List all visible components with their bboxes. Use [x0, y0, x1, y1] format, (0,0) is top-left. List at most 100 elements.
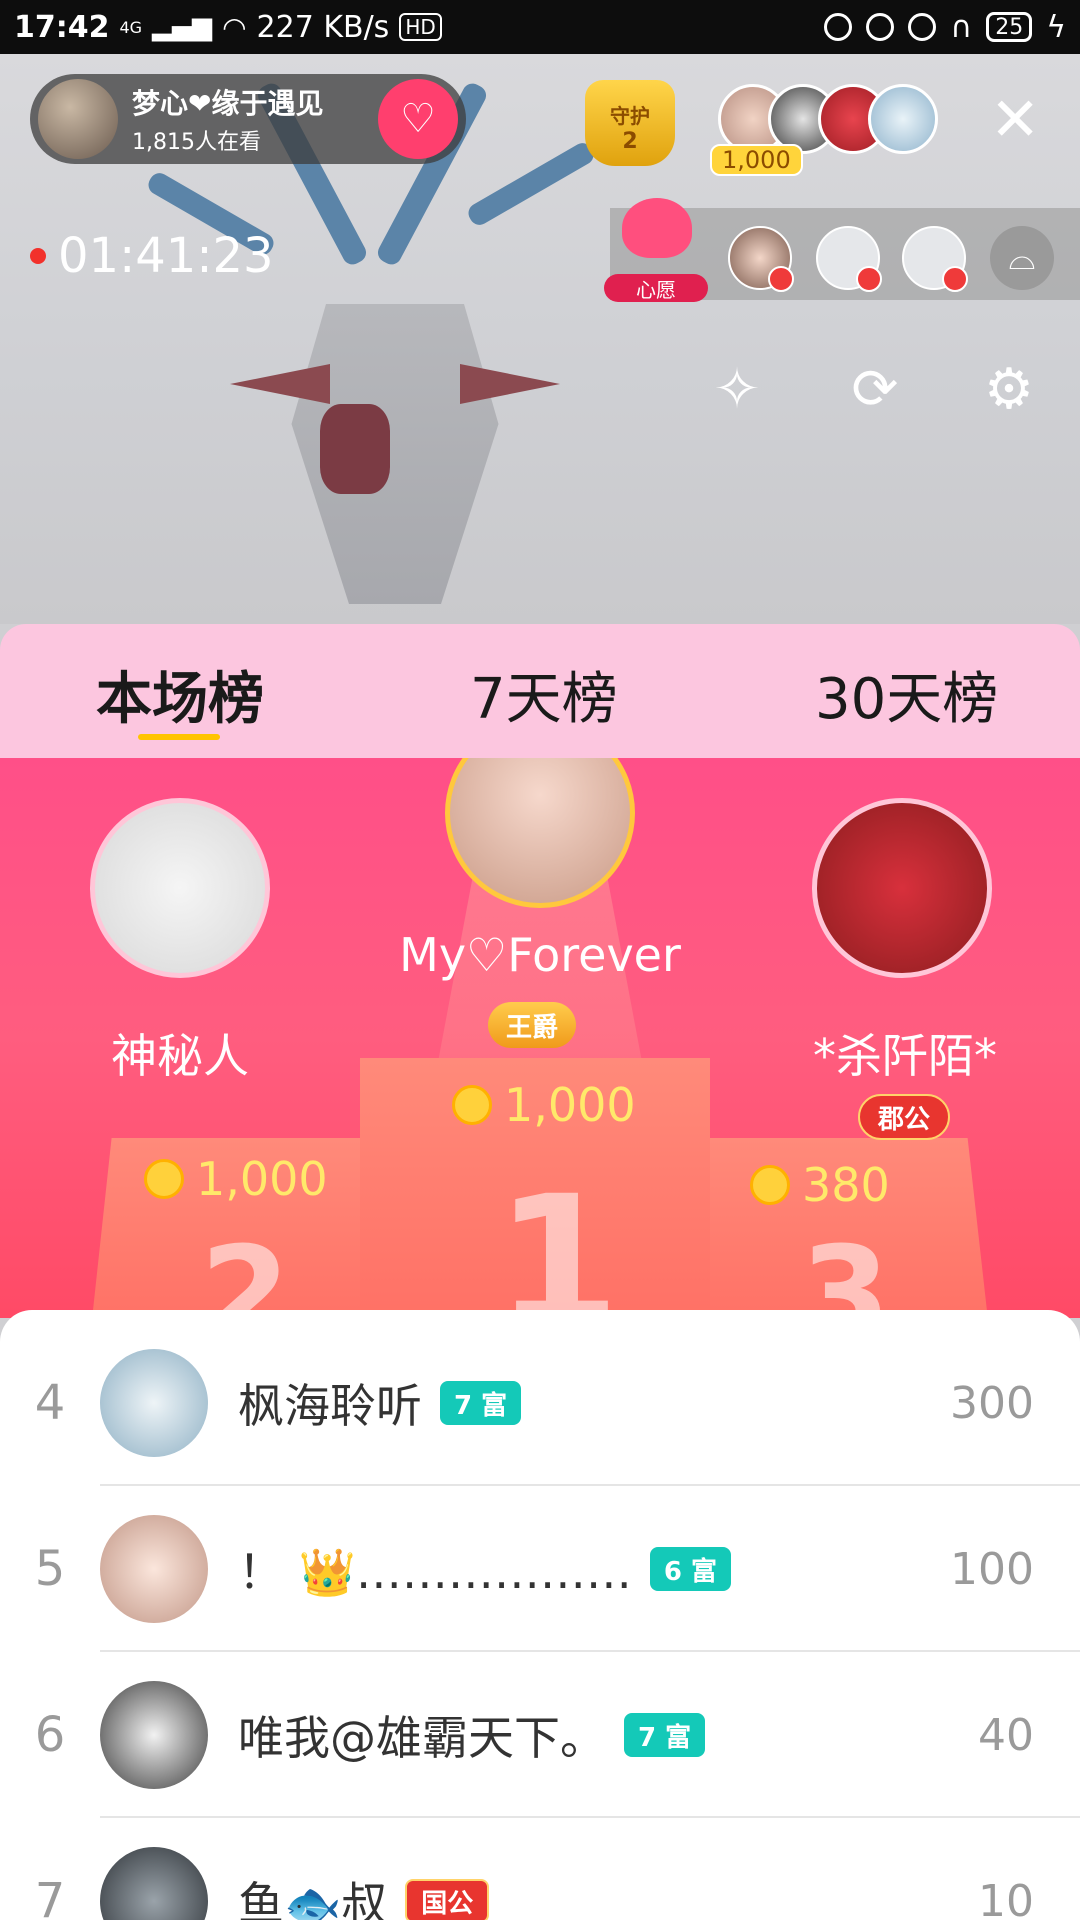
row-rank: 7: [34, 1873, 66, 1920]
tab-30-days[interactable]: 30天榜: [815, 654, 998, 735]
ranking-tabs: 本场榜 7天榜 30天榜: [0, 624, 1080, 758]
live-timer: 01:41:23: [30, 228, 274, 284]
second-score-value: 1,000: [196, 1152, 328, 1206]
podium-number-1: 1: [495, 1158, 621, 1318]
deer-ear: [460, 364, 560, 404]
seat-avatar[interactable]: [902, 226, 968, 292]
antler-decoration: [464, 139, 598, 229]
title-badge: 国公: [405, 1879, 490, 1920]
gear-icon: ⚙: [983, 356, 1035, 422]
third-place-avatar[interactable]: [812, 798, 992, 978]
seat-mic-icon: [768, 266, 794, 292]
seat-avatar[interactable]: [728, 226, 794, 292]
list-row[interactable]: 5 ！ 👑……………… 6 富 100: [0, 1486, 1080, 1652]
magic-wand-icon: ✧: [713, 356, 761, 422]
row-name: 枫海聆听: [238, 1379, 422, 1433]
guard-count: 2: [622, 129, 638, 154]
charging-icon: ϟ: [1046, 9, 1066, 45]
tab-this-session[interactable]: 本场榜: [96, 654, 264, 735]
row-name: ！ 👑………………: [238, 1545, 632, 1599]
heart-plus-icon: ♡: [400, 96, 436, 142]
wifi-icon: ◠: [222, 10, 247, 44]
guard-badge[interactable]: 守护 2: [585, 80, 675, 166]
host-avatar[interactable]: [38, 79, 118, 159]
active-tab-indicator: [138, 734, 220, 740]
battery-icon: 25: [986, 12, 1033, 42]
rich-level-badge: 7 富: [440, 1381, 522, 1425]
list-row[interactable]: 7 鱼🐟叔 国公 10: [0, 1818, 1080, 1920]
host-info-pill[interactable]: 梦心❤缘于遇见 1,815人在看 ♡: [30, 74, 466, 164]
signal-icon: ▂▄▆: [152, 12, 213, 42]
wish-heart-icon: [622, 198, 692, 258]
second-place-score: 1,000: [144, 1152, 328, 1206]
ranking-list: 4 枫海聆听 7 富 300 5 ！ 👑……………… 6 富 100 6 唯我@…: [0, 1310, 1080, 1920]
rich-level-badge: 6 富: [649, 1547, 732, 1591]
first-place-score: 1,000: [452, 1078, 636, 1132]
row-avatar[interactable]: [100, 1681, 208, 1789]
row-name: 唯我@雄霸天下。: [238, 1711, 606, 1765]
tab-7-days[interactable]: 7天榜: [470, 654, 618, 735]
wish-button[interactable]: [614, 198, 700, 284]
row-score: 10: [978, 1875, 1034, 1920]
camera-flip-icon: ⟳: [851, 356, 899, 422]
network-speed: 227 KB/s: [256, 9, 390, 45]
sofa-icon: ⌓: [1008, 238, 1036, 278]
row-rank: 5: [34, 1541, 66, 1597]
follow-button[interactable]: ♡: [378, 79, 458, 159]
second-place-avatar[interactable]: [90, 798, 270, 978]
first-score-value: 1,000: [504, 1078, 636, 1132]
coin-icon: [144, 1159, 184, 1199]
status-bar: 17:42 4G ▂▄▆ ◠ 227 KB/s HD ∩ 25 ϟ: [0, 0, 1080, 54]
third-place-name: *杀阡陌*: [813, 1029, 997, 1083]
mute-icon: [824, 13, 853, 41]
battery-level: 25: [995, 14, 1024, 40]
seat-mic-icon: [942, 266, 968, 292]
first-place-name: My♡Forever: [399, 928, 681, 982]
network-label: 4G: [119, 17, 143, 37]
row-score: 40: [978, 1709, 1034, 1761]
deer-nose: [320, 404, 390, 494]
row-avatar[interactable]: [100, 1349, 208, 1457]
live-duration: 01:41:23: [58, 228, 274, 284]
row-rank: 4: [34, 1375, 66, 1431]
lock-icon: [866, 13, 895, 41]
alarm-icon: [908, 13, 937, 41]
seat-avatar[interactable]: [816, 226, 882, 292]
list-row[interactable]: 6 唯我@雄霸天下。 7 富 40: [0, 1652, 1080, 1818]
guard-label: 守护: [610, 104, 650, 128]
coin-icon: [750, 1165, 790, 1205]
hd-label: HD: [399, 13, 442, 41]
row-avatar[interactable]: [100, 1847, 208, 1920]
row-avatar[interactable]: [100, 1515, 208, 1623]
close-button[interactable]: ✕: [990, 90, 1040, 150]
empty-seat-button[interactable]: ⌓: [990, 226, 1054, 290]
row-score: 100: [950, 1543, 1034, 1595]
deer-head-decoration: [291, 304, 499, 604]
host-name: 梦心❤缘于遇见: [132, 87, 324, 120]
coin-icon: [452, 1085, 492, 1125]
second-place-name: 神秘人: [111, 1029, 249, 1083]
first-place-title-badge: 王爵: [488, 1002, 577, 1048]
rich-level-badge: 7 富: [624, 1713, 706, 1757]
row-score: 300: [950, 1377, 1034, 1429]
podium: 2 1 3 My♡Forever 神秘人 *杀阡陌* 王爵 郡公 1,000 1…: [0, 758, 1080, 1318]
live-dot-icon: [30, 248, 46, 264]
list-row[interactable]: 4 枫海聆听 7 富 300: [0, 1320, 1080, 1486]
flip-camera-button[interactable]: ⟳: [838, 352, 912, 426]
row-rank: 6: [34, 1707, 66, 1763]
headphones-icon: ∩: [950, 9, 973, 45]
close-icon: ✕: [990, 85, 1041, 155]
third-place-title-badge: 郡公: [858, 1094, 951, 1140]
viewer-count: 1,815人在看: [132, 130, 261, 155]
third-place-score: 380: [750, 1158, 890, 1212]
settings-button[interactable]: ⚙: [972, 352, 1046, 426]
status-time: 17:42: [14, 9, 110, 45]
deer-ear: [230, 364, 330, 404]
row-name: 鱼🐟叔: [238, 1877, 388, 1920]
seat-mic-icon: [856, 266, 882, 292]
viewer-coin-total: 1,000: [710, 144, 803, 176]
third-score-value: 380: [802, 1158, 890, 1212]
viewer-avatar[interactable]: [868, 84, 938, 154]
beauty-wand-button[interactable]: ✧: [700, 352, 774, 426]
podium-number-3: 3: [800, 1218, 891, 1318]
